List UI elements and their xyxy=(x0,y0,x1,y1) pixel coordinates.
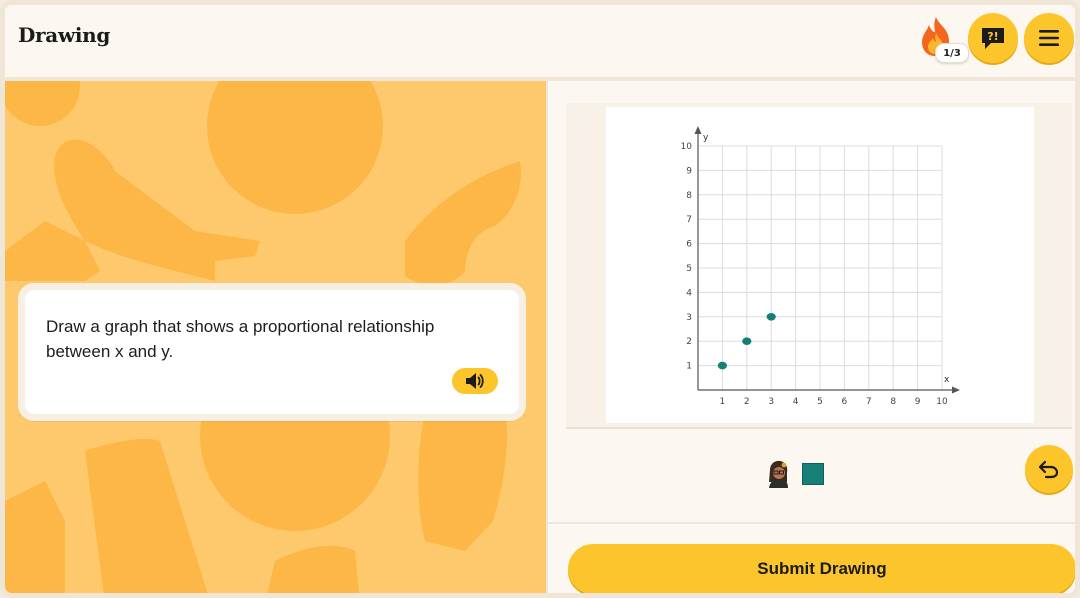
coordinate-grid[interactable]: 1 2 3 4 5 6 7 8 9 10 1 2 3 4 5 6 7 8 9 10 x y xyxy=(606,107,1034,423)
drawing-canvas[interactable]: 1 2 3 4 5 6 7 8 9 10 1 2 3 4 5 6 7 8 9 10 x y xyxy=(606,107,1034,423)
read-aloud-button[interactable] xyxy=(452,368,498,394)
x-axis-label: x xyxy=(944,375,950,385)
y-tick-label: 4 xyxy=(686,288,692,298)
page-title: Drawing xyxy=(18,23,111,47)
y-tick-label: 9 xyxy=(686,166,692,176)
y-axis-label: y xyxy=(703,133,709,143)
y-tick-label: 3 xyxy=(686,313,692,323)
menu-button[interactable] xyxy=(1024,13,1074,63)
app-window: Drawing 1/3 ?! Draw a graph that shows a… xyxy=(0,0,1080,598)
x-axis-arrow xyxy=(952,386,960,394)
y-tick-label: 10 xyxy=(681,142,693,152)
prompt-text: Draw a graph that shows a proportional r… xyxy=(46,317,435,361)
undo-button[interactable] xyxy=(1025,445,1073,493)
color-swatch[interactable] xyxy=(802,463,824,485)
speaker-icon xyxy=(466,373,484,389)
y-tick-label: 1 xyxy=(686,362,692,372)
x-tick-label: 1 xyxy=(720,397,726,407)
submit-drawing-button[interactable]: Submit Drawing xyxy=(568,544,1075,593)
header: Drawing 1/3 ?! xyxy=(5,5,1075,81)
streak-indicator: 1/3 xyxy=(917,15,969,63)
y-tick-label: 7 xyxy=(686,215,692,225)
drawn-point xyxy=(766,313,776,321)
hint-button[interactable]: ?! xyxy=(968,13,1018,63)
streak-count: 1/3 xyxy=(935,43,969,63)
x-tick-label: 7 xyxy=(866,397,872,407)
y-axis-arrow xyxy=(694,126,702,134)
x-tick-label: 9 xyxy=(915,397,921,407)
x-tick-label: 10 xyxy=(936,397,948,407)
y-tick-label: 8 xyxy=(686,191,692,201)
x-tick-label: 6 xyxy=(842,397,848,407)
drawn-point xyxy=(717,361,727,370)
submit-area: Submit Drawing xyxy=(548,522,1075,593)
prompt-panel: Draw a graph that shows a proportional r… xyxy=(5,81,546,593)
y-tick-label: 6 xyxy=(686,240,692,250)
x-tick-label: 8 xyxy=(890,397,896,407)
x-tick-label: 2 xyxy=(744,397,750,407)
hint-icon: ?! xyxy=(982,28,1004,49)
hamburger-icon xyxy=(1039,30,1059,46)
undo-icon xyxy=(1038,460,1059,479)
x-tick-label: 3 xyxy=(768,397,774,407)
x-tick-label: 5 xyxy=(817,397,823,407)
prompt-card: Draw a graph that shows a proportional r… xyxy=(18,283,526,421)
x-tick-label: 4 xyxy=(793,397,799,407)
drawing-panel: 1 2 3 4 5 6 7 8 9 10 1 2 3 4 5 6 7 8 9 10 x y xyxy=(548,81,1075,593)
y-tick-label: 2 xyxy=(686,337,692,347)
y-tick-label: 5 xyxy=(686,264,692,274)
svg-text:?!: ?! xyxy=(987,30,998,43)
avatar-icon[interactable] xyxy=(766,460,790,488)
drawing-tools xyxy=(766,459,824,489)
drawing-canvas-card: 1 2 3 4 5 6 7 8 9 10 1 2 3 4 5 6 7 8 9 10 x y xyxy=(566,103,1072,429)
drawn-point xyxy=(742,337,752,345)
